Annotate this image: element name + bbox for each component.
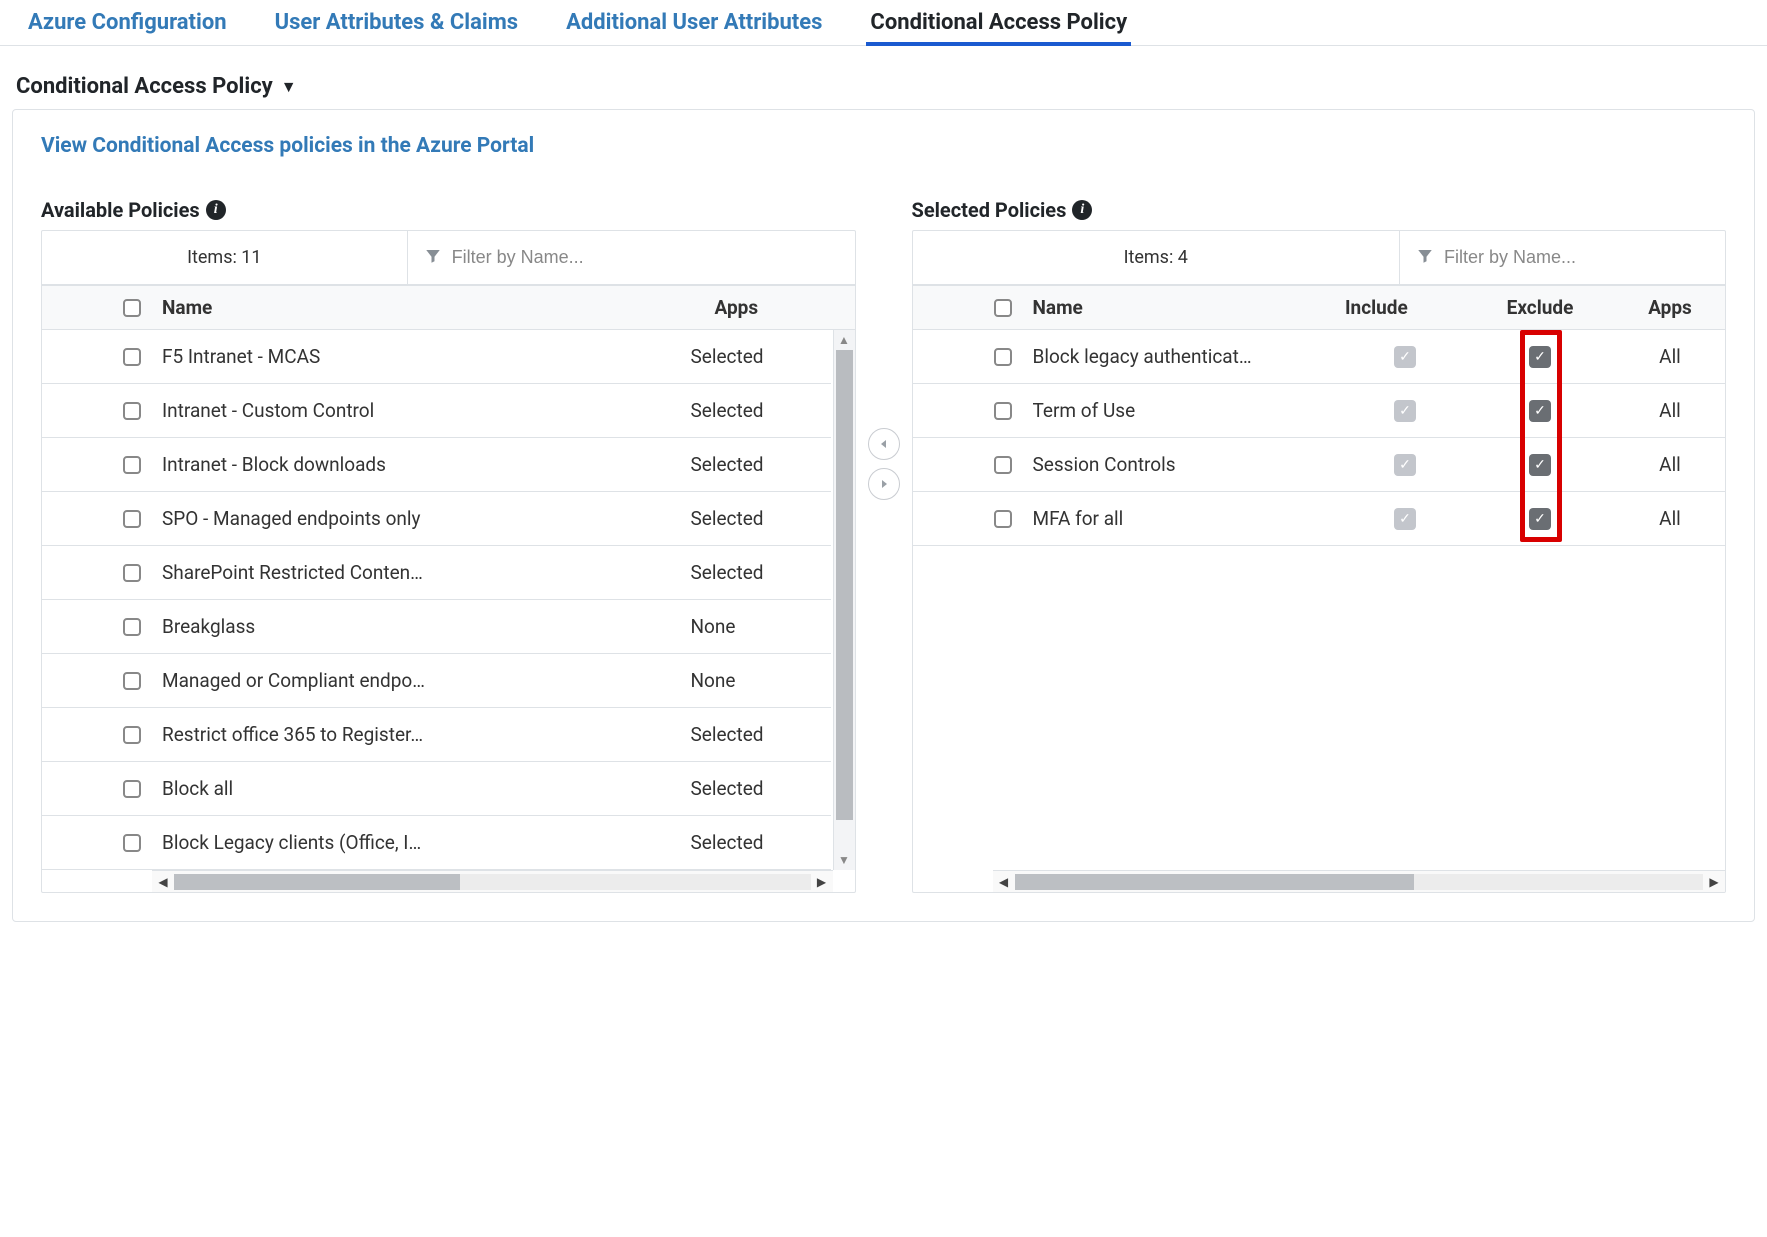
- horizontal-scrollbar[interactable]: ◀ ▶: [993, 870, 1726, 892]
- policy-name: Intranet - Block downloads: [162, 453, 691, 476]
- available-items-count: Items: 11: [42, 231, 408, 284]
- move-right-button[interactable]: [868, 468, 900, 500]
- row-checkbox[interactable]: [994, 456, 1012, 474]
- selected-title: Selected Policies: [912, 198, 1067, 222]
- table-row[interactable]: MFA for all ✓ ✓ All: [913, 492, 1726, 546]
- policy-apps: All: [1615, 345, 1725, 368]
- policy-name: Managed or Compliant endpo…: [162, 669, 691, 692]
- exclude-checkbox[interactable]: ✓: [1529, 400, 1551, 422]
- horizontal-scrollbar[interactable]: ◀ ▶: [152, 870, 833, 892]
- table-row[interactable]: Restrict office 365 to Register… Selecte…: [42, 708, 831, 762]
- policy-name: SPO - Managed endpoints only: [162, 507, 691, 530]
- policy-name: Term of Use: [1033, 399, 1346, 422]
- available-policies-panel: Available Policies i Items: 11: [41, 198, 856, 893]
- policy-apps: Selected: [691, 831, 831, 854]
- row-checkbox[interactable]: [123, 726, 141, 744]
- tab-azure-configuration[interactable]: Azure Configuration: [24, 4, 231, 45]
- policy-name: Intranet - Custom Control: [162, 399, 691, 422]
- policy-apps: Selected: [691, 345, 831, 368]
- policy-apps: Selected: [691, 507, 831, 530]
- policy-name: F5 Intranet - MCAS: [162, 345, 691, 368]
- policy-name: Block Legacy clients (Office, I…: [162, 831, 691, 854]
- policy-name: Restrict office 365 to Register…: [162, 723, 691, 746]
- policy-apps: Selected: [691, 399, 831, 422]
- tab-additional-user-attributes[interactable]: Additional User Attributes: [562, 4, 826, 45]
- include-checkbox: ✓: [1394, 454, 1416, 476]
- policy-name: Block legacy authenticat…: [1033, 345, 1346, 368]
- policy-name: Session Controls: [1033, 453, 1346, 476]
- table-row[interactable]: Block all Selected: [42, 762, 831, 816]
- vertical-scrollbar[interactable]: ▲ ▼: [833, 330, 855, 870]
- row-checkbox[interactable]: [123, 456, 141, 474]
- selected-items-count: Items: 4: [913, 231, 1401, 284]
- selected-col-name: Name: [1033, 296, 1346, 319]
- selected-filter-input[interactable]: [1444, 247, 1709, 268]
- filter-icon: [424, 246, 442, 270]
- table-row[interactable]: Term of Use ✓ ✓ All: [913, 384, 1726, 438]
- row-checkbox[interactable]: [123, 618, 141, 636]
- table-row[interactable]: F5 Intranet - MCAS Selected: [42, 330, 831, 384]
- exclude-checkbox[interactable]: ✓: [1529, 508, 1551, 530]
- policy-apps: Selected: [691, 453, 831, 476]
- row-checkbox[interactable]: [123, 672, 141, 690]
- selected-col-exclude: Exclude: [1465, 296, 1615, 319]
- table-row[interactable]: SPO - Managed endpoints only Selected: [42, 492, 831, 546]
- table-row[interactable]: Block legacy authenticat… ✓ ✓ All: [913, 330, 1726, 384]
- include-checkbox: ✓: [1394, 400, 1416, 422]
- available-col-apps: Apps: [715, 296, 855, 319]
- tabs: Azure Configuration User Attributes & Cl…: [0, 0, 1767, 46]
- table-row[interactable]: Session Controls ✓ ✓ All: [913, 438, 1726, 492]
- info-icon[interactable]: i: [1072, 200, 1092, 220]
- table-row[interactable]: Managed or Compliant endpo… None: [42, 654, 831, 708]
- table-row[interactable]: SharePoint Restricted Conten… Selected: [42, 546, 831, 600]
- tab-conditional-access-policy[interactable]: Conditional Access Policy: [866, 4, 1131, 45]
- available-filter-input[interactable]: [452, 247, 839, 268]
- row-checkbox[interactable]: [123, 780, 141, 798]
- policy-name: SharePoint Restricted Conten…: [162, 561, 691, 584]
- policy-apps: None: [691, 669, 831, 692]
- row-checkbox[interactable]: [123, 564, 141, 582]
- table-row[interactable]: Block Legacy clients (Office, I… Selecte…: [42, 816, 831, 870]
- row-checkbox[interactable]: [994, 510, 1012, 528]
- exclude-checkbox[interactable]: ✓: [1529, 454, 1551, 476]
- available-title: Available Policies: [41, 198, 200, 222]
- tab-user-attributes-claims[interactable]: User Attributes & Claims: [271, 4, 522, 45]
- selected-col-apps: Apps: [1615, 296, 1725, 319]
- policy-panel: View Conditional Access policies in the …: [12, 109, 1755, 922]
- policy-apps: All: [1615, 453, 1725, 476]
- policy-apps: None: [691, 615, 831, 638]
- available-col-name: Name: [162, 296, 715, 319]
- include-checkbox: ✓: [1394, 508, 1416, 530]
- include-checkbox: ✓: [1394, 346, 1416, 368]
- policy-name: Breakglass: [162, 615, 691, 638]
- policy-apps: Selected: [691, 723, 831, 746]
- selected-col-include: Include: [1345, 296, 1465, 319]
- section-toggle[interactable]: Conditional Access Policy ▼: [0, 46, 1767, 109]
- policy-apps: Selected: [691, 561, 831, 584]
- row-checkbox[interactable]: [994, 402, 1012, 420]
- caret-down-icon: ▼: [281, 77, 297, 97]
- policy-name: Block all: [162, 777, 691, 800]
- row-checkbox[interactable]: [994, 348, 1012, 366]
- table-row[interactable]: Intranet - Block downloads Selected: [42, 438, 831, 492]
- filter-icon: [1416, 246, 1434, 270]
- policy-name: MFA for all: [1033, 507, 1346, 530]
- move-left-button[interactable]: [868, 428, 900, 460]
- row-checkbox[interactable]: [123, 348, 141, 366]
- selected-policies-panel: Selected Policies i Items: 4: [912, 198, 1727, 893]
- available-select-all[interactable]: [123, 299, 141, 317]
- policy-apps: All: [1615, 399, 1725, 422]
- exclude-checkbox[interactable]: ✓: [1529, 346, 1551, 368]
- azure-portal-link[interactable]: View Conditional Access policies in the …: [41, 134, 534, 158]
- row-checkbox[interactable]: [123, 402, 141, 420]
- policy-apps: Selected: [691, 777, 831, 800]
- selected-select-all[interactable]: [994, 299, 1012, 317]
- info-icon[interactable]: i: [206, 200, 226, 220]
- row-checkbox[interactable]: [123, 510, 141, 528]
- section-title-label: Conditional Access Policy: [16, 74, 273, 99]
- table-row[interactable]: Intranet - Custom Control Selected: [42, 384, 831, 438]
- row-checkbox[interactable]: [123, 834, 141, 852]
- table-row[interactable]: Breakglass None: [42, 600, 831, 654]
- policy-apps: All: [1615, 507, 1725, 530]
